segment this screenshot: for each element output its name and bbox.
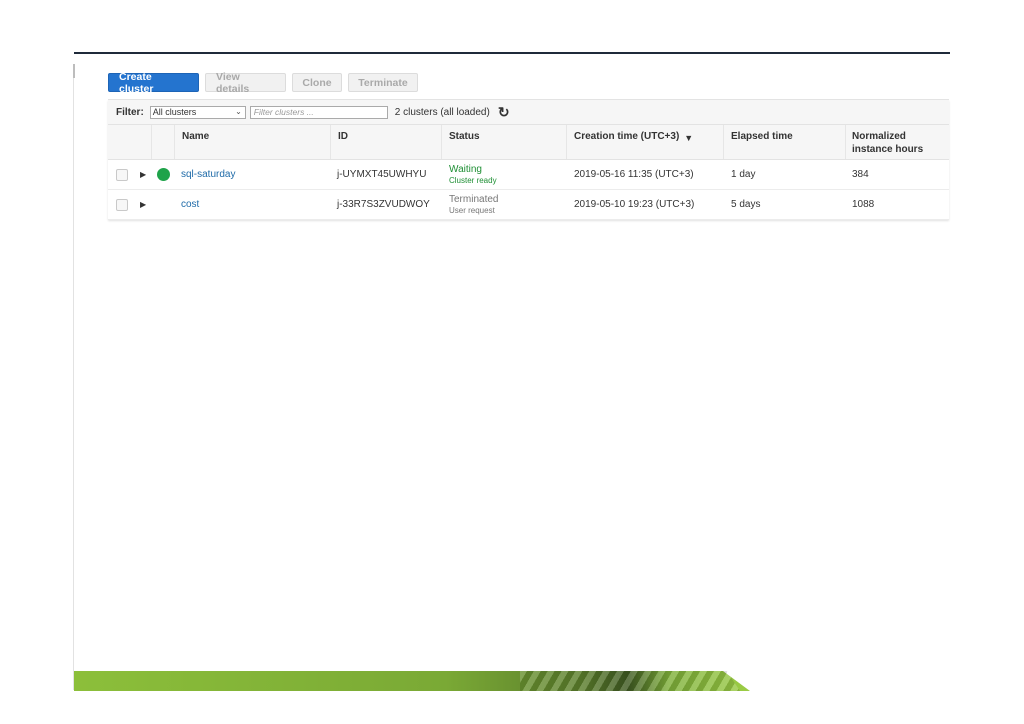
column-header-id[interactable]: ID bbox=[338, 130, 348, 143]
elapsed-time: 5 days bbox=[731, 199, 761, 210]
cluster-id: j-33R7S3ZVUDWOY bbox=[337, 199, 430, 210]
terminate-button[interactable]: Terminate bbox=[348, 73, 418, 92]
refresh-icon[interactable]: ↻ bbox=[498, 105, 510, 119]
row-checkbox[interactable] bbox=[116, 160, 128, 189]
checkbox-icon[interactable] bbox=[116, 198, 128, 211]
slide-top-rule bbox=[74, 52, 950, 54]
cluster-status: Terminated User request bbox=[449, 190, 498, 219]
create-cluster-button[interactable]: Create cluster bbox=[108, 71, 199, 95]
sort-descending-icon: ▼ bbox=[684, 133, 694, 143]
creation-time-label: Creation time (UTC+3) bbox=[574, 131, 680, 142]
cluster-status: Waiting Cluster ready bbox=[449, 160, 497, 189]
running-status-icon bbox=[157, 168, 170, 181]
caret-right-icon[interactable]: ▶ bbox=[140, 200, 146, 209]
elapsed-time: 1 day bbox=[731, 169, 756, 180]
status-dot-icon bbox=[157, 160, 170, 189]
table-row[interactable]: ▶ cost j-33R7S3ZVUDWOY Terminated User r… bbox=[108, 190, 949, 220]
slide-left-rule bbox=[73, 64, 74, 690]
column-header-normalized-hours[interactable]: Normalized instance hours bbox=[852, 130, 923, 156]
column-header-elapsed-time[interactable]: Elapsed time bbox=[731, 130, 793, 143]
filter-label: Filter: bbox=[116, 106, 144, 118]
creation-time: 2019-05-10 19:23 (UTC+3) bbox=[574, 199, 695, 210]
cluster-name-link[interactable]: cost bbox=[181, 190, 199, 219]
status-detail: Cluster ready bbox=[449, 175, 497, 185]
column-divider bbox=[441, 125, 442, 159]
checkbox-icon[interactable] bbox=[116, 168, 128, 181]
status-text: Waiting bbox=[449, 163, 482, 175]
view-details-button[interactable]: View details bbox=[205, 71, 286, 95]
cluster-name-link[interactable]: sql-saturday bbox=[181, 160, 235, 189]
slide-footer-stripes bbox=[520, 671, 740, 691]
column-divider bbox=[723, 125, 724, 159]
column-header-status[interactable]: Status bbox=[449, 130, 480, 143]
row-checkbox[interactable] bbox=[116, 190, 128, 219]
clone-button[interactable]: Clone bbox=[292, 73, 342, 92]
status-text: Terminated bbox=[449, 193, 499, 205]
normalized-hours: 384 bbox=[852, 169, 869, 180]
normalized-hours: 1088 bbox=[852, 199, 875, 210]
chevron-down-icon: ⌄ bbox=[235, 106, 242, 116]
column-divider bbox=[566, 125, 567, 159]
filter-clusters-input[interactable]: Filter clusters ... bbox=[249, 105, 388, 119]
caret-right-icon[interactable]: ▶ bbox=[140, 170, 146, 179]
clusters-table-panel: Filter: All clusters ⌄ Filter clusters .… bbox=[108, 99, 949, 220]
table-row[interactable]: ▶ sql-saturday j-UYMXT45UWHYU Waiting Cl… bbox=[108, 160, 949, 190]
cluster-toolbar: Create cluster View details Clone Termin… bbox=[108, 71, 418, 95]
expand-row-icon[interactable]: ▶ bbox=[140, 190, 146, 219]
table-header: Name ID Status Creation time (UTC+3) ▼ El… bbox=[108, 125, 949, 160]
cluster-filter-select[interactable]: All clusters ⌄ bbox=[149, 105, 246, 119]
column-divider bbox=[151, 125, 152, 159]
column-header-creation-time[interactable]: Creation time (UTC+3) ▼ bbox=[574, 130, 693, 145]
column-header-name[interactable]: Name bbox=[182, 130, 209, 143]
creation-time: 2019-05-16 11:35 (UTC+3) bbox=[574, 169, 694, 180]
column-divider bbox=[330, 125, 331, 159]
expand-row-icon[interactable]: ▶ bbox=[140, 160, 146, 189]
column-divider bbox=[174, 125, 175, 159]
cluster-id: j-UYMXT45UWHYU bbox=[337, 169, 427, 180]
column-divider bbox=[845, 125, 846, 159]
filter-bar: Filter: All clusters ⌄ Filter clusters .… bbox=[108, 100, 949, 125]
cluster-filter-value: All clusters bbox=[152, 107, 197, 117]
slide-left-tick bbox=[73, 64, 75, 78]
clusters-loaded-count: 2 clusters (all loaded) bbox=[394, 106, 490, 118]
status-detail: User request bbox=[449, 205, 495, 215]
